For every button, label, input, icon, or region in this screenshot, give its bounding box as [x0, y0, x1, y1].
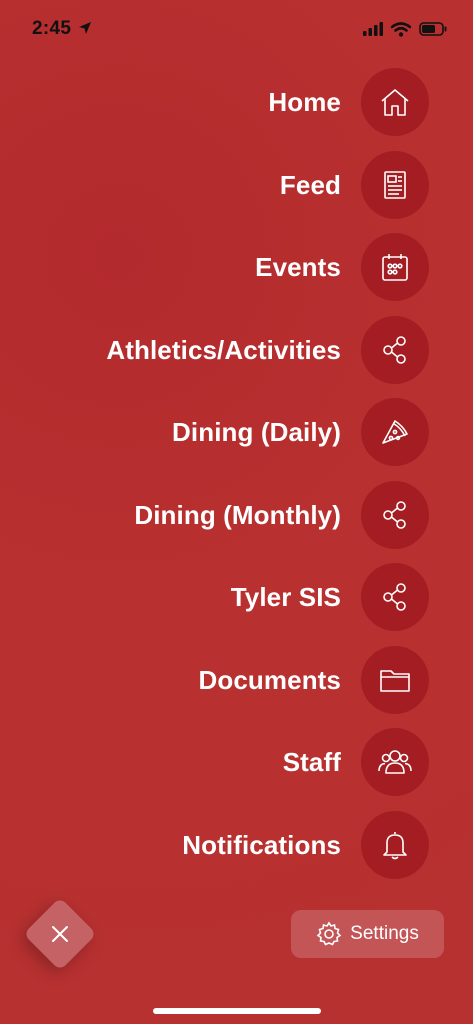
menu-item-notifications[interactable]: Notifications	[182, 811, 429, 879]
share-icon[interactable]	[361, 481, 429, 549]
location-arrow-icon	[79, 22, 91, 34]
menu-item-label: Dining (Daily)	[172, 416, 341, 447]
menu-item-documents[interactable]: Documents	[199, 646, 429, 714]
menu-item-dining-monthly[interactable]: Dining (Monthly)	[134, 481, 429, 549]
menu-item-label: Home	[268, 86, 341, 117]
settings-button[interactable]: Settings	[291, 910, 444, 958]
newspaper-icon[interactable]	[361, 151, 429, 219]
status-icons	[363, 20, 447, 38]
menu-item-home[interactable]: Home	[268, 68, 429, 136]
menu-item-events[interactable]: Events	[255, 233, 429, 301]
pizza-icon[interactable]	[361, 398, 429, 466]
settings-label: Settings	[350, 923, 419, 944]
bell-icon[interactable]	[361, 811, 429, 879]
status-time: 2:45	[32, 18, 72, 39]
gear-icon	[316, 921, 342, 946]
menu-item-label: Tyler SIS	[230, 581, 341, 612]
menu-item-label: Dining (Monthly)	[134, 499, 341, 530]
menu-item-feed[interactable]: Feed	[280, 151, 429, 219]
battery-icon	[419, 22, 447, 36]
menu-item-label: Athletics/Activities	[106, 334, 341, 365]
calendar-icon[interactable]	[361, 233, 429, 301]
share-icon[interactable]	[361, 563, 429, 631]
status-bar: 2:45	[0, 0, 473, 60]
menu-item-label: Notifications	[182, 829, 341, 860]
home-indicator[interactable]	[153, 1008, 321, 1014]
home-icon[interactable]	[361, 68, 429, 136]
share-icon[interactable]	[361, 316, 429, 384]
menu-item-label: Feed	[279, 169, 341, 200]
menu-item-athletics-activities[interactable]: Athletics/Activities	[106, 316, 429, 384]
menu-item-dining-daily[interactable]: Dining (Daily)	[172, 398, 429, 466]
menu-item-label: Staff	[282, 746, 341, 777]
close-icon	[52, 926, 68, 942]
wifi-icon	[391, 21, 411, 37]
signal-icon	[363, 22, 383, 36]
menu-item-label: Events	[255, 251, 341, 282]
people-icon[interactable]	[361, 728, 429, 796]
menu-item-staff[interactable]: Staff	[283, 728, 429, 796]
menu-item-tyler-sis[interactable]: Tyler SIS	[231, 563, 429, 631]
menu-item-label: Documents	[198, 664, 341, 695]
folder-icon[interactable]	[361, 646, 429, 714]
close-button[interactable]	[23, 897, 97, 971]
